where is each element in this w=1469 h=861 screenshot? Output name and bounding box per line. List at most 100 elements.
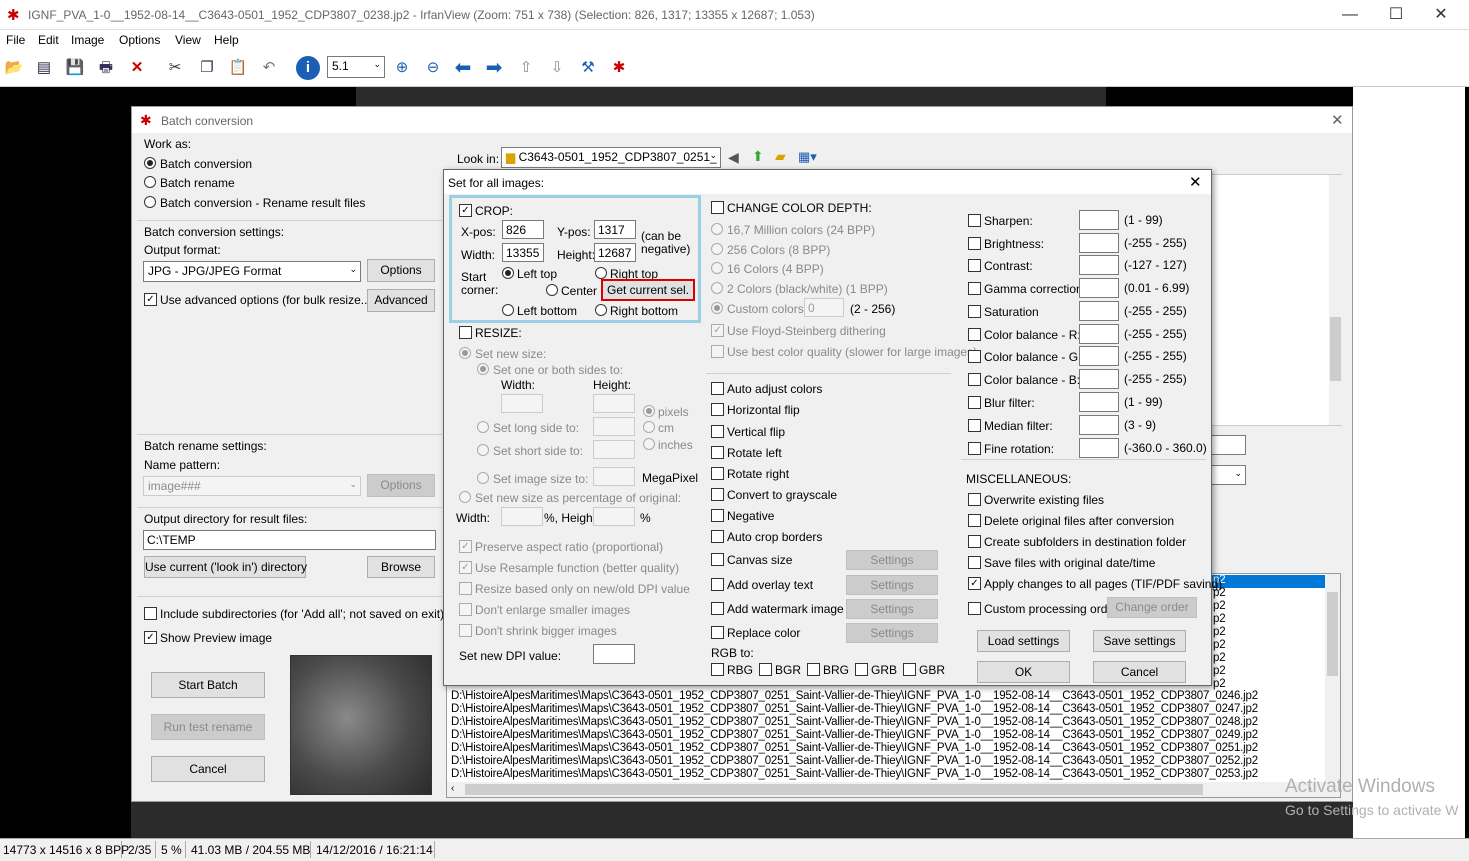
new-folder-icon[interactable]: ▰ <box>775 148 786 165</box>
replace-color-checkbox[interactable] <box>711 626 724 639</box>
short-side-input[interactable] <box>593 440 635 459</box>
no-shrink-checkbox[interactable] <box>459 624 472 637</box>
menu-help[interactable]: Help <box>214 33 239 47</box>
zoom-in-icon[interactable]: ⊕ <box>390 56 414 80</box>
watermark-settings-button[interactable]: Settings <box>846 599 938 619</box>
save-icon[interactable]: 💾 <box>63 56 87 80</box>
adjust-checkbox[interactable] <box>968 373 981 386</box>
mode-conv-rename-radio[interactable] <box>144 196 156 208</box>
view-menu-icon[interactable]: ▦▾ <box>798 149 817 165</box>
resample-checkbox[interactable]: ✓ <box>459 561 472 574</box>
dpi-input[interactable] <box>593 644 635 664</box>
adjust-input[interactable] <box>1079 324 1119 344</box>
best-quality-checkbox[interactable] <box>711 345 724 358</box>
adjust-input[interactable] <box>1079 438 1119 458</box>
adjust-checkbox[interactable] <box>968 419 981 432</box>
delete-originals-checkbox[interactable] <box>968 514 981 527</box>
no-enlarge-checkbox[interactable] <box>459 603 472 616</box>
adjust-input[interactable] <box>1079 301 1119 321</box>
next-icon[interactable]: ➡ <box>482 56 506 80</box>
negative-checkbox[interactable] <box>711 509 724 522</box>
xpos-input[interactable]: 826 <box>502 220 544 239</box>
canvas-checkbox[interactable] <box>711 553 724 566</box>
format-options-button[interactable]: Options <box>367 259 435 282</box>
list-item[interactable]: p2 <box>1213 639 1226 651</box>
slideshow-icon[interactable]: ▤ <box>32 56 56 80</box>
watermark-checkbox[interactable] <box>711 602 724 615</box>
open-folder-icon[interactable]: 📂 <box>2 56 26 80</box>
list-item[interactable]: p2 <box>1213 626 1226 638</box>
resize-height-input[interactable] <box>593 394 635 413</box>
image-size-radio[interactable] <box>477 472 489 484</box>
save-settings-button[interactable]: Save settings <box>1093 630 1186 652</box>
print-icon[interactable]: 🖶 <box>94 56 118 80</box>
pixels-radio[interactable] <box>643 405 655 417</box>
scroll-thumb[interactable] <box>1327 592 1338 676</box>
custom-colors-radio[interactable] <box>711 302 723 314</box>
menu-file[interactable]: File <box>6 33 25 47</box>
dialog-cancel-button[interactable]: Cancel <box>1093 661 1186 683</box>
adjust-input[interactable] <box>1079 278 1119 298</box>
start-batch-button[interactable]: Start Batch <box>151 672 265 698</box>
overlay-checkbox[interactable] <box>711 578 724 591</box>
back-icon[interactable]: ◀ <box>728 149 739 166</box>
rotate-left-checkbox[interactable] <box>711 446 724 459</box>
vflip-checkbox[interactable] <box>711 425 724 438</box>
dpi-based-checkbox[interactable] <box>459 582 472 595</box>
scroll-thumb[interactable] <box>465 784 1203 795</box>
left-bottom-radio[interactable] <box>502 304 514 316</box>
ypos-input[interactable]: 1317 <box>594 220 636 239</box>
filename-input[interactable] <box>1210 435 1246 455</box>
rgb-rbg-checkbox[interactable] <box>711 663 724 676</box>
color-depth-checkbox[interactable] <box>711 201 724 214</box>
adjust-input[interactable] <box>1079 346 1119 366</box>
browse-button[interactable]: Browse <box>367 556 435 578</box>
menu-edit[interactable]: Edit <box>38 33 59 47</box>
inches-radio[interactable] <box>643 438 655 450</box>
batch-cancel-button[interactable]: Cancel <box>151 756 265 782</box>
pct-height-input[interactable] <box>593 507 635 526</box>
change-order-button[interactable]: Change order <box>1107 597 1197 618</box>
long-side-input[interactable] <box>593 417 635 436</box>
adjust-checkbox[interactable] <box>968 259 981 272</box>
keep-date-checkbox[interactable] <box>968 556 981 569</box>
pct-width-input[interactable] <box>501 507 543 526</box>
one-or-both-radio[interactable] <box>477 363 489 375</box>
selected-side-item[interactable] <box>1211 575 1325 588</box>
browser-scrollbar[interactable] <box>1329 175 1342 425</box>
file-list-item[interactable]: D:\HistoireAlpesMaritimes\Maps\C3643-050… <box>451 729 1258 741</box>
use-current-dir-button[interactable]: Use current ('look in') directory <box>144 556 307 578</box>
first-page-icon[interactable]: ⇧ <box>514 56 538 80</box>
adjust-checkbox[interactable] <box>968 328 981 341</box>
short-side-radio[interactable] <box>477 444 489 456</box>
overlay-settings-button[interactable]: Settings <box>846 575 938 595</box>
rgb-bgr-checkbox[interactable] <box>759 663 772 676</box>
show-preview-checkbox[interactable]: ✓ <box>144 631 157 644</box>
subfolders-checkbox[interactable] <box>968 535 981 548</box>
up-folder-icon[interactable]: ⬆ <box>752 148 764 165</box>
depth-8-radio[interactable] <box>711 243 723 255</box>
look-in-select[interactable]: ▆ C3643-0501_1952_CDP3807_0251_ ⌄ <box>501 147 721 168</box>
mode-batch-rename-radio[interactable] <box>144 176 156 188</box>
rotate-right-checkbox[interactable] <box>711 467 724 480</box>
advanced-checkbox[interactable]: ✓ <box>144 293 157 306</box>
long-side-radio[interactable] <box>477 421 489 433</box>
replace-settings-button[interactable]: Settings <box>846 623 938 643</box>
maximize-button[interactable]: ☐ <box>1376 4 1416 26</box>
overwrite-checkbox[interactable] <box>968 493 981 506</box>
hflip-checkbox[interactable] <box>711 403 724 416</box>
adjust-checkbox[interactable] <box>968 237 981 250</box>
adjust-checkbox[interactable] <box>968 442 981 455</box>
outdir-input[interactable]: C:\TEMP <box>143 530 436 550</box>
list-h-scrollbar[interactable]: ‹ › <box>447 782 1340 797</box>
minimize-button[interactable]: — <box>1330 4 1370 26</box>
adjust-checkbox[interactable] <box>968 282 981 295</box>
undo-icon[interactable]: ↶ <box>257 56 281 80</box>
info-icon[interactable]: i <box>296 56 320 80</box>
scroll-thumb[interactable] <box>1330 317 1341 381</box>
file-list-item[interactable]: D:\HistoireAlpesMaritimes\Maps\C3643-050… <box>451 742 1258 754</box>
file-list-item[interactable]: D:\HistoireAlpesMaritimes\Maps\C3643-050… <box>451 716 1258 728</box>
depth-24-radio[interactable] <box>711 223 723 235</box>
file-list-item[interactable]: D:\HistoireAlpesMaritimes\Maps\C3643-050… <box>451 768 1258 780</box>
advanced-button[interactable]: Advanced <box>367 289 435 312</box>
